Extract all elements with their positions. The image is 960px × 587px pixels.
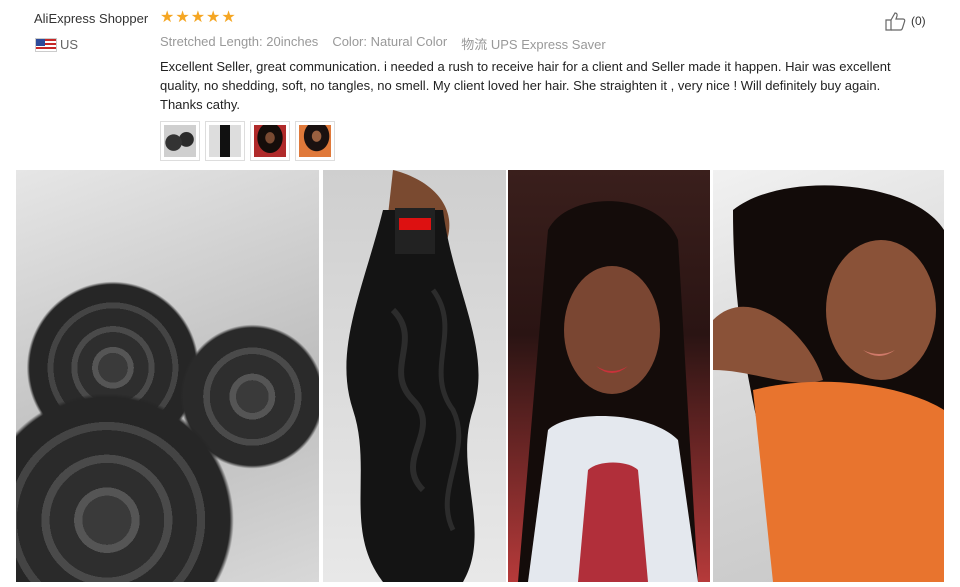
thumb-customer-selfie-2[interactable]	[295, 121, 335, 161]
thumb-body-wave-bundle[interactable]	[205, 121, 245, 161]
us-flag-icon	[35, 38, 57, 52]
star-icon: ★	[175, 9, 190, 26]
reviewer-country: US	[60, 37, 79, 52]
star-rating: ★ ★ ★ ★ ★	[160, 10, 236, 26]
attribute-shipping: 物流 UPS Express Saver	[461, 37, 606, 52]
photo-customer-selfie-1[interactable]	[508, 170, 710, 582]
helpful-button[interactable]: (0)	[884, 11, 926, 31]
thumbs-up-icon	[885, 12, 906, 31]
review-text: Excellent Seller, great communication. i…	[160, 59, 891, 112]
thumb-customer-selfie-1[interactable]	[250, 121, 290, 161]
photo-customer-selfie-2[interactable]	[713, 170, 944, 582]
body-wave-bundle-illustration	[346, 170, 479, 582]
order-attributes: Stretched Length: 20inches Color: Natura…	[160, 34, 606, 53]
photo-hair-bundles[interactable]	[16, 170, 319, 582]
helpful-count: (0)	[911, 14, 926, 28]
star-icon: ★	[221, 9, 236, 26]
customer-selfie-illustration	[713, 185, 944, 582]
attribute-length: Stretched Length: 20inches	[160, 34, 319, 49]
star-icon: ★	[160, 9, 175, 26]
attribute-color: Color: Natural Color	[332, 34, 448, 49]
reviewer-name: AliExpress Shopper	[34, 11, 149, 26]
photo-body-wave-bundle[interactable]	[323, 170, 506, 582]
star-icon: ★	[206, 9, 221, 26]
customer-selfie-illustration	[518, 201, 698, 582]
star-icon: ★	[190, 9, 206, 26]
thumbnail-strip	[160, 121, 335, 161]
thumb-hair-bundles[interactable]	[160, 121, 200, 161]
